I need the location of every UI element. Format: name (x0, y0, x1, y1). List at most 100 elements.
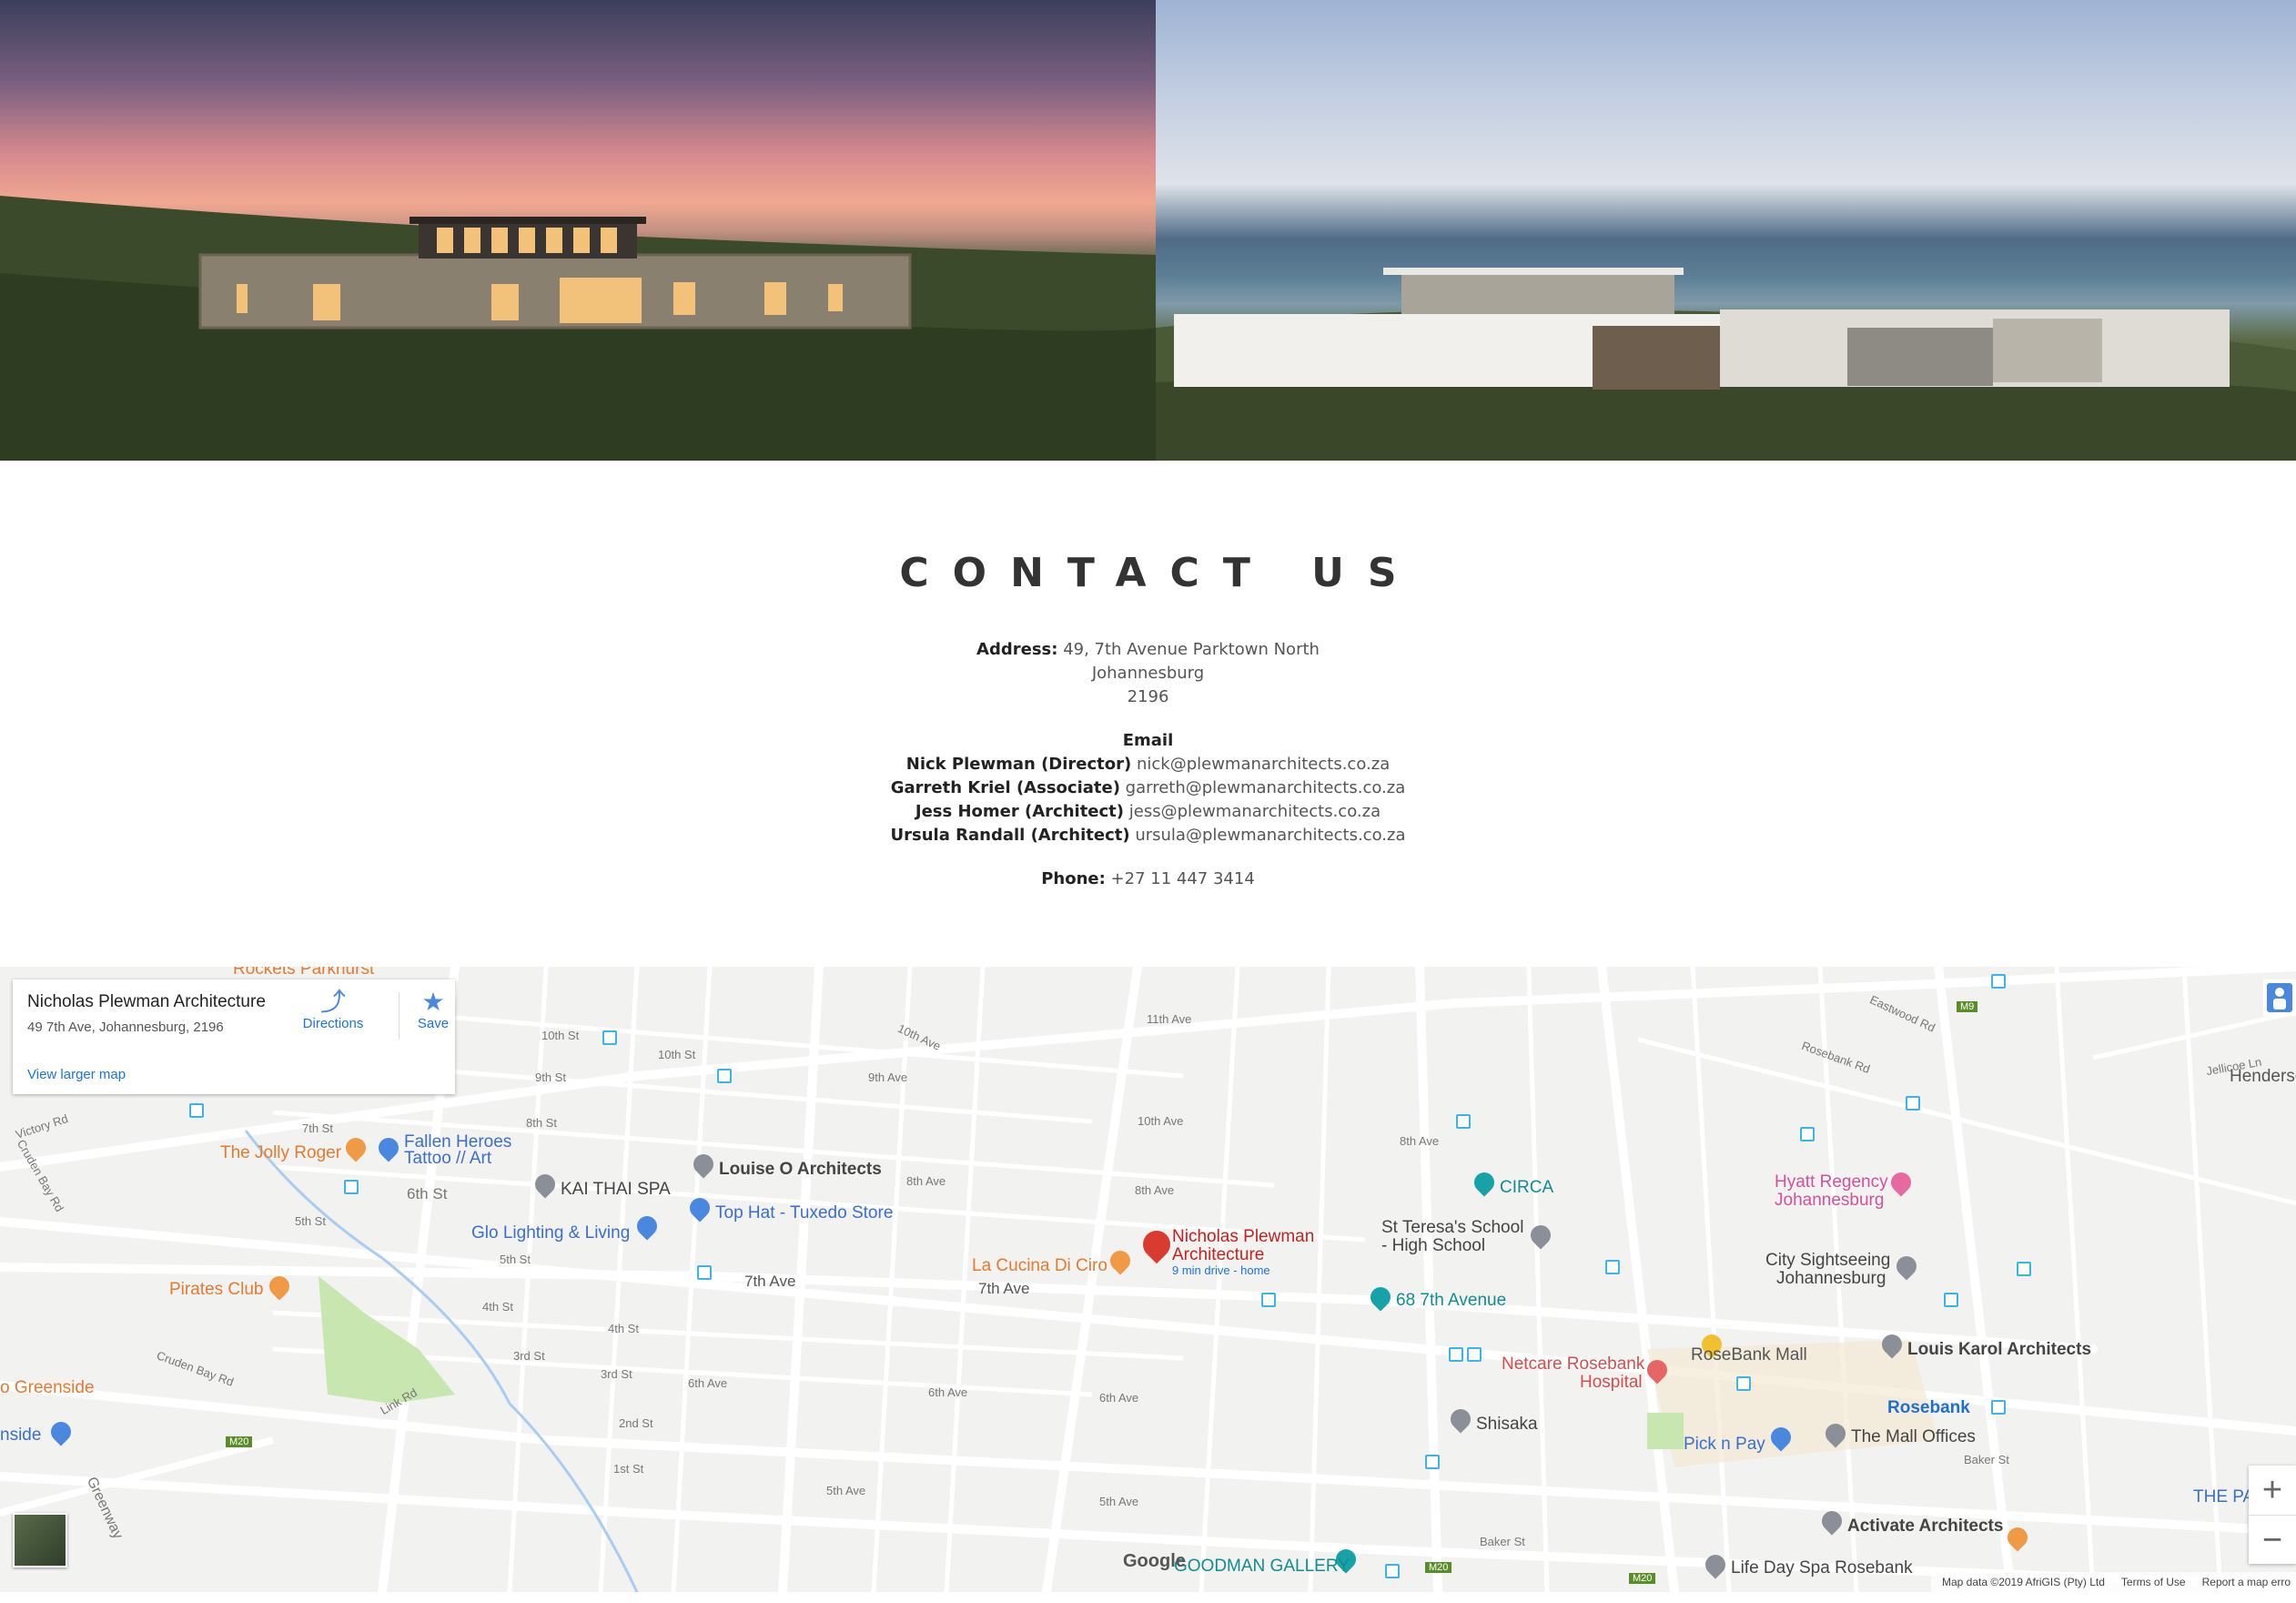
poi-label[interactable]: Top Hat - Tuxedo Store (715, 1203, 893, 1223)
poi-label[interactable]: o Greenside (0, 1378, 95, 1398)
poi-label[interactable]: Rockets Parkhurst (233, 967, 374, 979)
street-label: 7th St (302, 1121, 333, 1135)
photo-coastal-house (1156, 0, 2296, 461)
marker-subtitle: 9 min drive - home (1172, 1263, 1270, 1277)
poi-label[interactable]: nside (0, 1425, 41, 1446)
email-link[interactable]: nick@plewmanarchitects.co.za (1137, 755, 1390, 774)
bus-stop-icon[interactable] (1456, 1114, 1471, 1129)
bus-stop-icon[interactable] (189, 1103, 204, 1118)
email-person: Ursula Randall (Architect) (890, 826, 1130, 845)
zoom-in-button[interactable]: + (2249, 1466, 2296, 1515)
street-label: 4th St (608, 1322, 639, 1335)
view-larger-map-link[interactable]: View larger map (27, 1067, 126, 1082)
email-row: Nick Plewman (Director) nick@plewmanarch… (0, 753, 2296, 776)
star-icon: ★ (421, 988, 445, 1016)
poi-label[interactable]: Louis Karol Architects (1907, 1340, 2091, 1360)
poi-label[interactable]: Tattoo // Art (404, 1149, 491, 1169)
street-label: 5th Ave (826, 1484, 866, 1497)
poi-label[interactable]: City Sightseeing (1765, 1251, 1890, 1271)
poi-label[interactable]: Hospital (1580, 1373, 1643, 1393)
email-link[interactable]: garreth@plewmanarchitects.co.za (1126, 778, 1406, 797)
poi-label[interactable]: KAI THAI SPA (561, 1180, 671, 1200)
street-label: 9th St (535, 1070, 566, 1084)
street-view-pegman-icon[interactable] (2263, 979, 2296, 1016)
poi-label[interactable]: Pirates Club (169, 1280, 264, 1300)
bus-stop-icon[interactable] (1467, 1347, 1482, 1362)
bus-stop-icon[interactable] (344, 1180, 359, 1194)
bus-stop-icon[interactable] (717, 1069, 732, 1083)
bus-stop-icon[interactable] (697, 1265, 712, 1280)
poi-label[interactable]: Hyatt Regency (1775, 1172, 1888, 1192)
route-badge: M20 (1629, 1573, 1656, 1584)
google-logo[interactable]: Google (1123, 1551, 1186, 1572)
bus-stop-icon[interactable] (1261, 1293, 1276, 1307)
bus-stop-icon[interactable] (1736, 1376, 1751, 1391)
directions-icon: ⤴ (319, 988, 346, 1016)
bus-stop-icon[interactable] (1385, 1564, 1400, 1578)
poi-label: THE PA (2193, 1487, 2255, 1507)
bus-stop-icon[interactable] (1991, 974, 2006, 989)
address-line-1: Address: 49, 7th Avenue Parktown North (0, 638, 2296, 662)
save-button[interactable]: ★ Save (406, 988, 460, 1032)
poi-label[interactable]: 68 7th Avenue (1396, 1291, 1506, 1311)
poi-label[interactable]: The Jolly Roger (220, 1143, 341, 1163)
directions-button[interactable]: ⤴ Directions (297, 988, 369, 1032)
zoom-out-button[interactable]: − (2249, 1515, 2296, 1565)
bus-stop-icon[interactable] (1605, 1260, 1620, 1274)
phone-row: Phone: +27 11 447 3414 (0, 867, 2296, 891)
bus-stop-icon[interactable] (1991, 1400, 2006, 1415)
poi-label[interactable]: Glo Lighting & Living (471, 1223, 630, 1243)
bus-stop-icon[interactable] (1800, 1127, 1815, 1141)
email-row: Ursula Randall (Architect) ursula@plewma… (0, 824, 2296, 847)
terms-link[interactable]: Terms of Use (2121, 1576, 2186, 1588)
poi-label[interactable]: CIRCA (1500, 1178, 1553, 1198)
embedded-map[interactable]: Victory Rd Cruden Bay Rd 10th St 10th St… (0, 967, 2296, 1592)
street-label: 6th St (407, 1185, 448, 1202)
poi-label[interactable]: Rosebank (1887, 1398, 1970, 1418)
zoom-control: + − (2249, 1466, 2296, 1564)
address-label: Address: (976, 640, 1058, 659)
phone-label: Phone: (1041, 869, 1106, 888)
bus-stop-icon[interactable] (1449, 1347, 1463, 1362)
poi-label[interactable]: Johannesburg (1776, 1269, 1886, 1289)
poi-label[interactable]: St Teresa's School (1381, 1218, 1523, 1238)
street-label: 8th Ave (1400, 1134, 1440, 1148)
hero-images (0, 0, 2296, 461)
poi-label[interactable]: RoseBank Mall (1691, 1345, 1807, 1365)
report-error-link[interactable]: Report a map erro (2202, 1576, 2291, 1588)
phone-number[interactable]: +27 11 447 3414 (1111, 869, 1255, 888)
email-link[interactable]: jess@plewmanarchitects.co.za (1129, 802, 1381, 821)
street-label: 6th Ave (928, 1385, 968, 1399)
email-person: Garreth Kriel (Associate) (890, 778, 1120, 797)
street-label: 7th Ave (744, 1273, 796, 1290)
email-row: Jess Homer (Architect) jess@plewmanarchi… (0, 800, 2296, 824)
photo-stone-house-sunset (0, 0, 1156, 461)
poi-label[interactable]: The Mall Offices (1851, 1427, 1976, 1447)
bus-stop-icon[interactable] (1944, 1293, 1958, 1307)
poi-label[interactable]: GOODMAN GALLERY (1174, 1557, 1350, 1577)
poi-label[interactable]: Life Day Spa Rosebank (1731, 1558, 1913, 1578)
email-link[interactable]: ursula@plewmanarchitects.co.za (1135, 826, 1405, 845)
poi-label[interactable]: Shisaka (1476, 1415, 1538, 1435)
bus-stop-icon[interactable] (2017, 1262, 2031, 1276)
poi-label[interactable]: Johannesburg (1775, 1191, 1884, 1211)
poi-label[interactable]: Netcare Rosebank (1502, 1354, 1644, 1375)
poi-label[interactable]: Pick n Pay (1684, 1435, 1765, 1455)
poi-label[interactable]: Louise O Architects (719, 1160, 882, 1180)
route-badge: M20 (226, 1436, 253, 1447)
poi-label[interactable]: - High School (1381, 1236, 1485, 1256)
street-label: 3rd St (513, 1349, 545, 1363)
marker-title-2[interactable]: Architecture (1172, 1245, 1264, 1265)
poi-label[interactable]: Activate Architects (1847, 1517, 2003, 1537)
satellite-toggle-button[interactable] (13, 1513, 67, 1567)
poi-label[interactable]: La Cucina Di Ciro (972, 1256, 1108, 1276)
marker-title[interactable]: Nicholas Plewman (1172, 1227, 1314, 1247)
street-label: 3rd St (601, 1367, 632, 1381)
bus-stop-icon[interactable] (602, 1030, 617, 1045)
save-label: Save (417, 1016, 450, 1031)
bus-stop-icon[interactable] (1425, 1455, 1440, 1469)
page-title: CONTACT US (899, 550, 1421, 596)
bus-stop-icon[interactable] (1906, 1096, 1920, 1111)
poi-label: Henderso (2230, 1067, 2296, 1086)
street-label: 10th Ave (1138, 1114, 1184, 1128)
